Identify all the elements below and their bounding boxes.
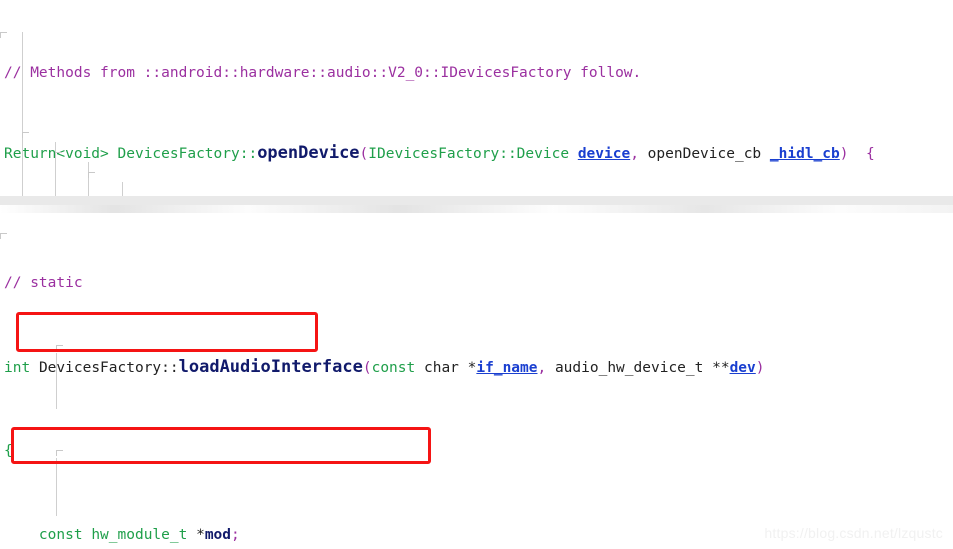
- fold-marker[interactable]: [88, 172, 95, 178]
- code-block-open-device[interactable]: // Methods from ::android::hardware::aud…: [0, 0, 953, 196]
- token-const-kw-3: const: [38, 527, 83, 543]
- indent-guide: [55, 142, 56, 196]
- watermark: https://blog.csdn.net/lzqustc: [764, 525, 943, 541]
- loadAudioInterface-code-panel[interactable]: // static int DevicesFactory::loadAudioI…: [0, 205, 953, 549]
- token-int-kw-ret: int: [4, 360, 31, 376]
- token-const-kw-2: const: [371, 360, 416, 376]
- token-devices-factory-2: DevicesFactory: [38, 360, 162, 376]
- token-devices-factory: DevicesFactory: [117, 146, 240, 162]
- comment-static: // static: [4, 275, 83, 291]
- indent-guide: [88, 162, 89, 196]
- code-line: int DevicesFactory::loadAudioInterface(c…: [4, 357, 765, 377]
- token-scope: ::: [239, 146, 258, 162]
- code-line: {: [4, 443, 13, 459]
- indent-guide: [122, 182, 123, 196]
- token-load-audio-interface-def: loadAudioInterface: [178, 357, 363, 377]
- token-open-device: openDevice: [257, 143, 360, 163]
- fold-marker[interactable]: [0, 233, 7, 239]
- token-dev-param: dev: [729, 360, 756, 376]
- code-line: Return<void> DevicesFactory::openDevice(…: [4, 143, 875, 163]
- screenshot-root: // Methods from ::android::hardware::aud…: [0, 0, 953, 549]
- comment-methods-from: // Methods from ::android::hardware::aud…: [4, 65, 642, 81]
- fold-marker[interactable]: [56, 450, 63, 456]
- token-char-kw-2: char: [423, 360, 459, 376]
- token-idevices-factory-device: IDevicesFactory::Device: [368, 146, 570, 162]
- fold-marker[interactable]: [55, 152, 62, 158]
- token-open-device-cb: openDevice_cb: [647, 146, 762, 162]
- token-scope-2: ::: [161, 360, 179, 376]
- code-line: // static: [4, 273, 953, 294]
- panel-divider: [0, 196, 953, 205]
- fold-marker[interactable]: [22, 132, 29, 138]
- token-if-name-param: if_name: [476, 360, 538, 376]
- indent-guide: [56, 353, 57, 409]
- indent-guide: [56, 458, 57, 516]
- token-mod-var: mod: [204, 527, 232, 543]
- fold-marker[interactable]: [0, 32, 7, 38]
- token-audio-hw-device-t-2: audio_hw_device_t: [554, 360, 704, 376]
- indent-guide: [22, 32, 23, 196]
- fold-marker[interactable]: [56, 345, 63, 351]
- token-hidl-cb-param: _hidl_cb: [769, 146, 840, 162]
- openDevice-code-panel[interactable]: // Methods from ::android::hardware::aud…: [0, 0, 953, 196]
- token-hw-module-t: hw_module_t: [91, 527, 188, 543]
- code-block-load-audio-interface[interactable]: // static int DevicesFactory::loadAudioI…: [0, 205, 953, 549]
- token-device-param: device: [577, 146, 631, 162]
- code-line: // Methods from ::android::hardware::aud…: [4, 63, 953, 83]
